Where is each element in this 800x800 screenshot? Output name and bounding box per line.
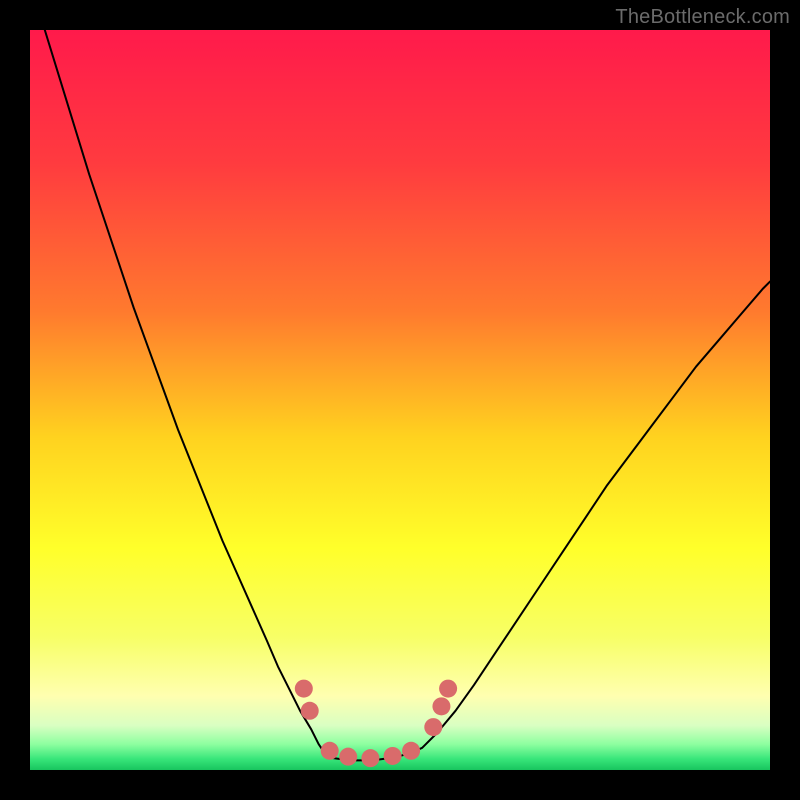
plot-area <box>30 30 770 770</box>
watermark-text: TheBottleneck.com <box>615 6 790 29</box>
valley-bead <box>339 748 357 766</box>
valley-bead <box>432 697 450 715</box>
valley-bead <box>384 747 402 765</box>
valley-bead <box>439 680 457 698</box>
valley-bead <box>295 680 313 698</box>
chart-frame: TheBottleneck.com <box>0 0 800 800</box>
valley-bead <box>301 702 319 720</box>
valley-bead <box>402 742 420 760</box>
valley-bead <box>361 749 379 767</box>
chart-svg <box>30 30 770 770</box>
valley-bead <box>424 718 442 736</box>
valley-bead <box>321 742 339 760</box>
gradient-background <box>30 30 770 770</box>
